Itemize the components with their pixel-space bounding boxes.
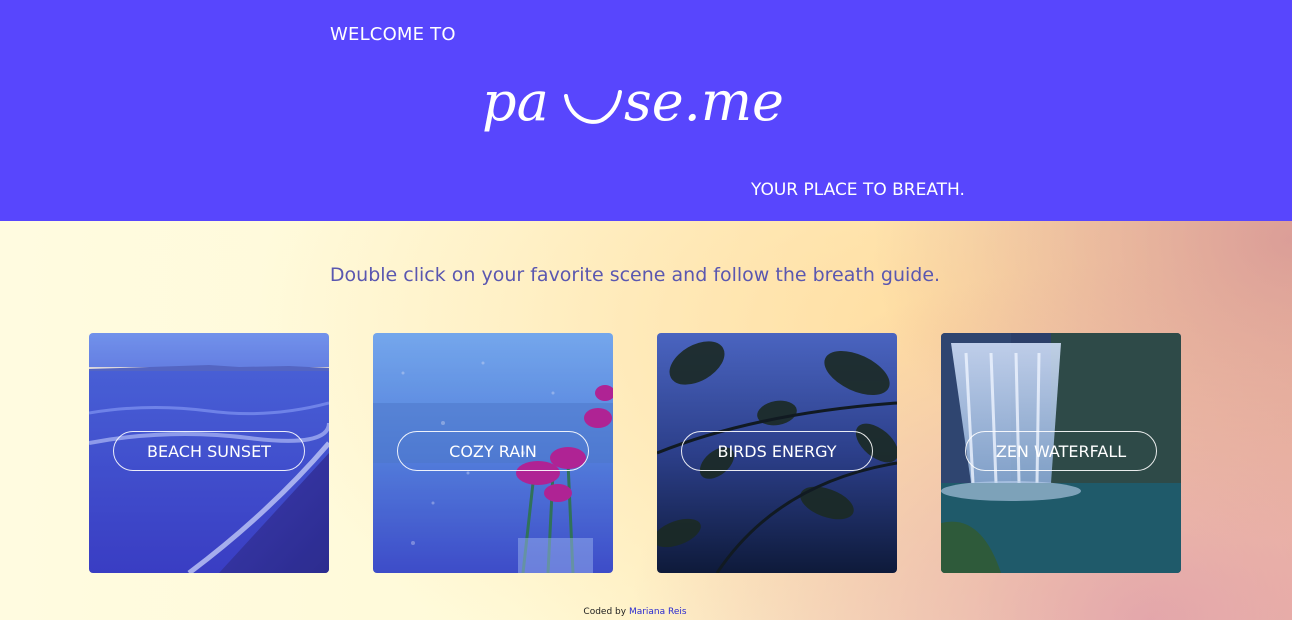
beach-sunset-button[interactable]: BEACH SUNSET xyxy=(113,431,305,471)
scene-card-cozy-rain[interactable]: COZY RAIN xyxy=(373,333,613,573)
pause-me-logo: pa se.me xyxy=(482,70,784,133)
footer: Coded by Mariana Reis xyxy=(0,607,1270,617)
scene-card-zen-waterfall[interactable]: ZEN WATERFALL xyxy=(941,333,1181,573)
tagline: YOUR PLACE TO BREATH. xyxy=(751,180,965,200)
svg-text:se.me: se.me xyxy=(624,70,784,133)
zen-waterfall-button[interactable]: ZEN WATERFALL xyxy=(965,431,1157,471)
birds-energy-button[interactable]: BIRDS ENERGY xyxy=(681,431,873,471)
author-link[interactable]: Mariana Reis xyxy=(629,607,687,617)
header: WELCOME TO pa se.me YOUR PLACE TO BREATH… xyxy=(0,0,1292,221)
scene-card-birds-energy[interactable]: BIRDS ENERGY xyxy=(657,333,897,573)
cozy-rain-button[interactable]: COZY RAIN xyxy=(397,431,589,471)
footer-prefix: Coded by xyxy=(583,607,627,617)
scene-card-beach-sunset[interactable]: BEACH SUNSET xyxy=(89,333,329,573)
svg-text:pa: pa xyxy=(482,70,549,133)
instruction-text: Double click on your favorite scene and … xyxy=(329,264,941,286)
welcome-text: WELCOME TO xyxy=(330,24,456,45)
